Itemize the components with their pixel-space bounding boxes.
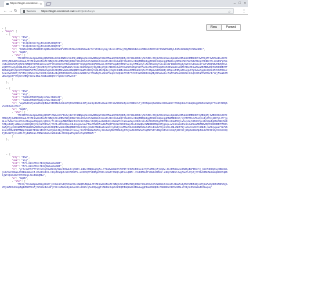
address-bar[interactable]: Secure https://login.construct.net/auth/…: [20, 8, 234, 14]
json-line: "MIIDBTCCAe2gAwIBAgIQH4FlYNA+UJlF0G3vy9Z…: [2, 114, 228, 135]
url-text[interactable]: https://login.construct.net/auth/jwks/ke…: [41, 9, 95, 14]
minimize-icon[interactable]: –: [234, 1, 236, 5]
json-line: "MIIC/TCCAeWgAwIBAgIIUd7j/OIahkYwDQYJKoZ…: [2, 183, 228, 189]
forward-arrow-icon[interactable]: →: [9, 8, 13, 13]
window-controls: – □ ×: [234, 1, 246, 5]
json-string-value: MIIDBTCCAe2gAwIBAgIQH4FlYNA+UJlF0G3vy9Zr…: [2, 114, 228, 135]
back-arrow-icon[interactable]: ←: [3, 8, 7, 13]
json-string-value: yr3v1uETrFfT17zvOiy01w8kiRy9GmcPA9wLKrqh…: [2, 168, 228, 177]
json-brace: },: [6, 138, 9, 141]
tab-title: https://login.construc...: [10, 1, 41, 6]
maximize-icon[interactable]: □: [239, 1, 241, 5]
url-path: /auth/jwks/keys: [74, 9, 95, 14]
browser-titlebar: https://login.construc... × – □ ×: [0, 0, 248, 7]
json-string-value: MIIDBTCCAe2gAwIBAgIQN33ROaIJ6bJBWDCxtmJE…: [2, 57, 228, 78]
json-line: "MIIDBTCCAe2gAwIBAgIQN33ROaIJ6bJBWDCxtmJ…: [2, 57, 228, 78]
json-bracket: [: [15, 30, 18, 33]
new-tab-button[interactable]: [45, 1, 52, 6]
tab-close-icon[interactable]: ×: [40, 2, 42, 6]
lock-icon: [23, 10, 26, 13]
window-close-icon[interactable]: ×: [244, 1, 246, 5]
json-string-value: MIIC/TCCAeWgAwIBAgIIUd7j/OIahkYwDQYJKoZI…: [2, 183, 228, 189]
browser-menu-icon[interactable]: ⋮: [242, 8, 246, 13]
browser-toolbar: ← → ↻ Secure https://login.construct.net…: [0, 7, 248, 15]
url-host: https://login.construct.net: [41, 9, 75, 14]
page-content: Raw Parsed ▾ { ▾ "keys": [ ▾ { "kty": "R…: [0, 15, 248, 299]
json-brace: },: [6, 81, 9, 84]
json-line: "n": "0dGEo1HRbzMxWRK0t4p8BodZmSX9sXFuHP…: [11, 48, 206, 51]
bookmark-star-icon[interactable]: ☆: [228, 10, 231, 14]
json-line: "n": "yr3v1uETrFfT17zvOiy01w8kiRy9GmcPA9…: [2, 168, 228, 177]
secure-label: Secure: [26, 9, 37, 14]
page-favicon-icon: [6, 2, 9, 6]
json-string-value: 0dGEo1HRbzMxWRK0t4p8BodZmSX9sXFuHPCd5d9o…: [20, 48, 203, 51]
reload-icon[interactable]: ↻: [14, 8, 17, 13]
json-viewer: ▾ { ▾ "keys": [ ▾ { "kty": "RSA", "use":…: [2, 27, 228, 189]
